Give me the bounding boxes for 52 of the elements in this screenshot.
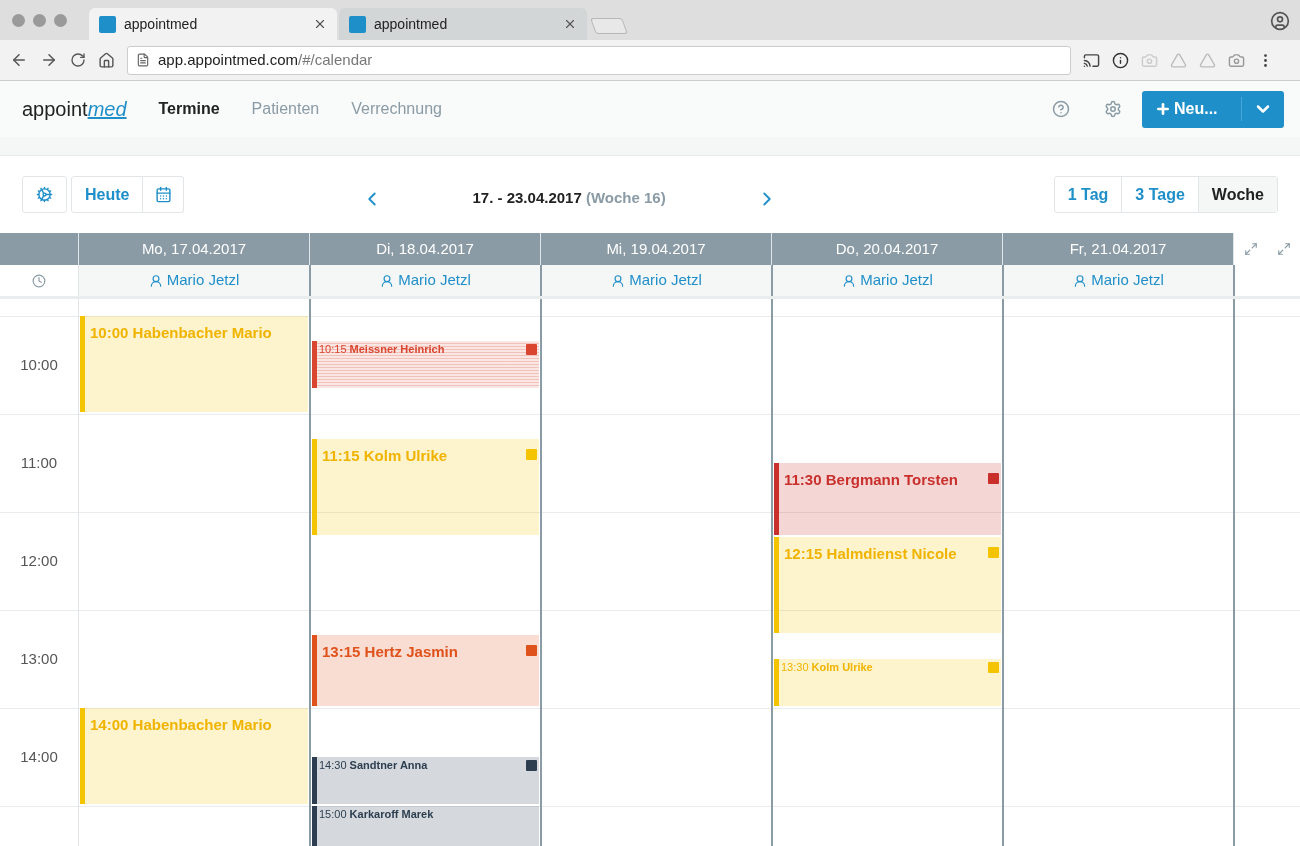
view-tab[interactable]: Woche [1197, 177, 1277, 212]
url-text: app.appointmed.com/#/calendar [158, 49, 373, 70]
hour-label: 12:00 [20, 551, 58, 572]
appointment-time: 12:15 [784, 544, 823, 562]
patient-name: Kolm Ulrike [811, 661, 873, 673]
browser-tab[interactable]: appointmed [89, 8, 337, 40]
tab-title: appointmed [124, 14, 199, 34]
appointment-time: 10:15 [319, 342, 347, 355]
day-header: Di, 18.04.2017 [376, 238, 474, 259]
hour-label: 14:00 [20, 747, 58, 768]
day-header: Mi, 19.04.2017 [606, 238, 706, 259]
patient-name: Habenbacher Mario [132, 324, 272, 341]
appointment-time: 14:00 [90, 716, 129, 733]
day-header: Fr, 21.04.2017 [1069, 238, 1167, 259]
view-tab[interactable]: 3 Tage [1121, 177, 1198, 212]
hour-label: 13:00 [20, 649, 58, 670]
hour-label: 11:00 [20, 453, 58, 474]
appointment-time: 14:30 [319, 759, 347, 771]
browser-tab[interactable]: appointmed [339, 8, 587, 40]
nav-tab[interactable]: Patienten [251, 97, 320, 121]
appointment-time: 11:30 [784, 471, 822, 488]
nav-tab[interactable]: Termine [158, 97, 220, 121]
day-header: Do, 20.04.2017 [835, 238, 939, 259]
appointment-card[interactable]: 11:30 Bergmann Torsten [774, 463, 1001, 535]
today-button[interactable]: Heute [71, 176, 144, 213]
patient-name: Kolm Ulrike [363, 446, 448, 464]
address-field[interactable]: app.appointmed.com/#/calendar [127, 45, 1071, 75]
patient-name: Hertz Jasmin [364, 642, 458, 660]
appointment-time: 15:00 [319, 808, 347, 820]
appointment-card[interactable]: 10:15 Meissner Heinrich [312, 340, 539, 388]
new-button[interactable]: Neu... [1142, 90, 1284, 128]
appointment-time: 11:15 [322, 446, 360, 464]
nav-tab[interactable]: Verrechnung [351, 97, 442, 121]
hour-label: 10:00 [20, 355, 58, 376]
appointment-card[interactable]: 13:15 Hertz Jasmin [312, 634, 539, 706]
patient-name: Meissner Heinrich [349, 342, 445, 355]
patient-name: Karkaroff Marek [349, 808, 434, 820]
tab-title: appointmed [374, 14, 449, 34]
view-tab[interactable]: 1 Tag [1054, 177, 1122, 212]
patient-name: Sandtner Anna [349, 759, 428, 771]
date-range: 17. - 23.04.2017 [472, 189, 582, 207]
week-number: (Woche 16) [585, 189, 666, 207]
day-header: Mo, 17.04.2017 [141, 238, 247, 259]
appointment-time: 10:00 [90, 324, 129, 341]
appointment-card[interactable]: 15:00 Karkaroff Marek [312, 806, 539, 846]
patient-name: Habenbacher Mario [132, 716, 272, 733]
patient-name: Halmdienst Nicole [826, 544, 957, 562]
logo[interactable]: appointmed [22, 94, 127, 124]
appointment-card[interactable]: 14:30 Sandtner Anna [312, 757, 539, 804]
appointment-time: 13:30 [781, 661, 809, 673]
appointment-time: 13:15 [322, 642, 361, 660]
patient-name: Bergmann Torsten [825, 471, 958, 488]
